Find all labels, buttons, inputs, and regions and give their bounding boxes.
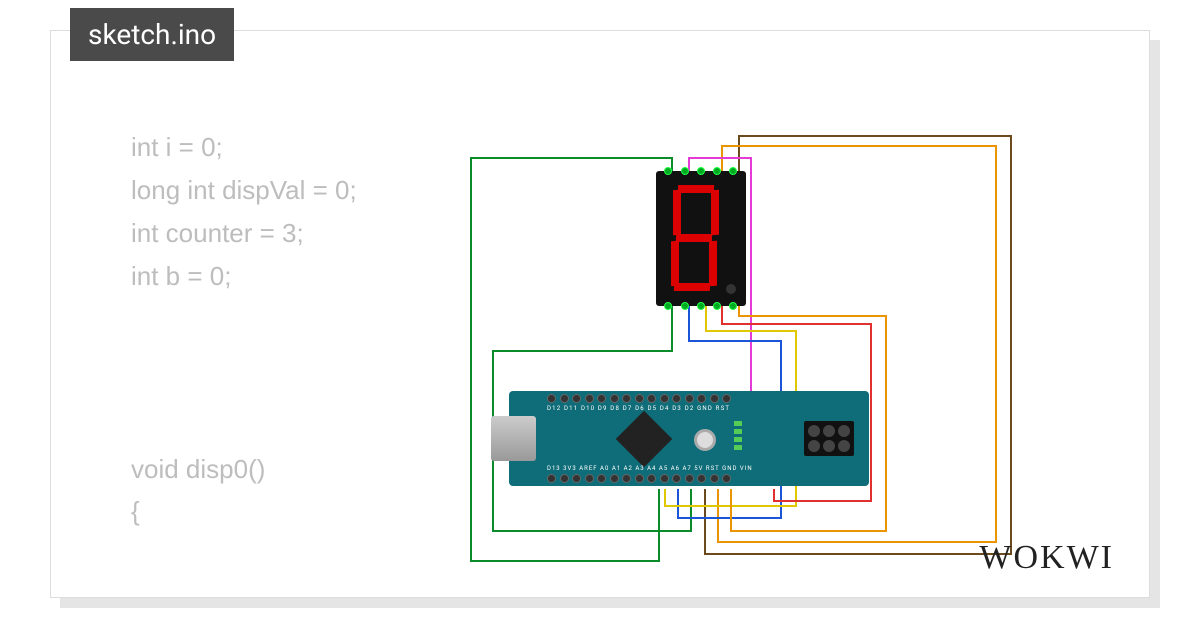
segment-a [678, 185, 714, 193]
code-line: int b = 0; [131, 255, 357, 298]
seg-pin[interactable] [697, 302, 705, 310]
nano-pin-row-top[interactable] [547, 394, 731, 403]
status-leds [734, 421, 742, 450]
segment-b [711, 190, 719, 235]
seg-pin[interactable] [729, 302, 737, 310]
arduino-nano-board[interactable]: D12 D11 D10 D9 D8 D7 D6 D5 D4 D3 D2 GND … [509, 391, 869, 486]
mcu-chip-icon [616, 411, 673, 468]
circuit-diagram[interactable]: D12 D11 D10 D9 D8 D7 D6 D5 D4 D3 D2 GND … [431, 106, 1051, 576]
seg-pin[interactable] [664, 302, 672, 310]
segment-e [671, 241, 679, 286]
project-card: int i = 0; long int dispVal = 0; int cou… [50, 30, 1150, 598]
nano-pin-row-bottom[interactable] [547, 474, 731, 483]
segment-g [676, 234, 712, 242]
reset-button[interactable] [694, 429, 716, 451]
segment-dp [726, 284, 736, 294]
file-tab-label: sketch.ino [88, 18, 216, 51]
usb-port-icon [491, 416, 536, 461]
wokwi-logo: WOKWI [979, 539, 1114, 577]
seg-pin[interactable] [681, 302, 689, 310]
file-tab[interactable]: sketch.ino [70, 8, 234, 61]
segment-c [709, 241, 717, 286]
code-preview: int i = 0; long int dispVal = 0; int cou… [131, 126, 357, 533]
seg-pin[interactable] [713, 167, 721, 175]
code-line: int counter = 3; [131, 212, 357, 255]
pin-labels-top: D12 D11 D10 D9 D8 D7 D6 D5 D4 D3 D2 GND … [547, 405, 730, 412]
icsp-header[interactable] [804, 421, 854, 456]
seg-pin[interactable] [697, 167, 705, 175]
seg-pin[interactable] [681, 167, 689, 175]
code-line: int i = 0; [131, 126, 357, 169]
code-line: void disp0() [131, 448, 357, 491]
pin-labels-bottom: D13 3V3 AREF A0 A1 A2 A3 A4 A5 A6 A7 5V … [547, 465, 753, 472]
code-line: long int dispVal = 0; [131, 169, 357, 212]
seg-pin[interactable] [729, 167, 737, 175]
segment-d [674, 283, 710, 291]
seven-segment-display[interactable] [656, 171, 746, 306]
code-line: { [131, 490, 357, 533]
seg-pin[interactable] [713, 302, 721, 310]
seg-pin[interactable] [664, 167, 672, 175]
segment-f [673, 190, 681, 235]
